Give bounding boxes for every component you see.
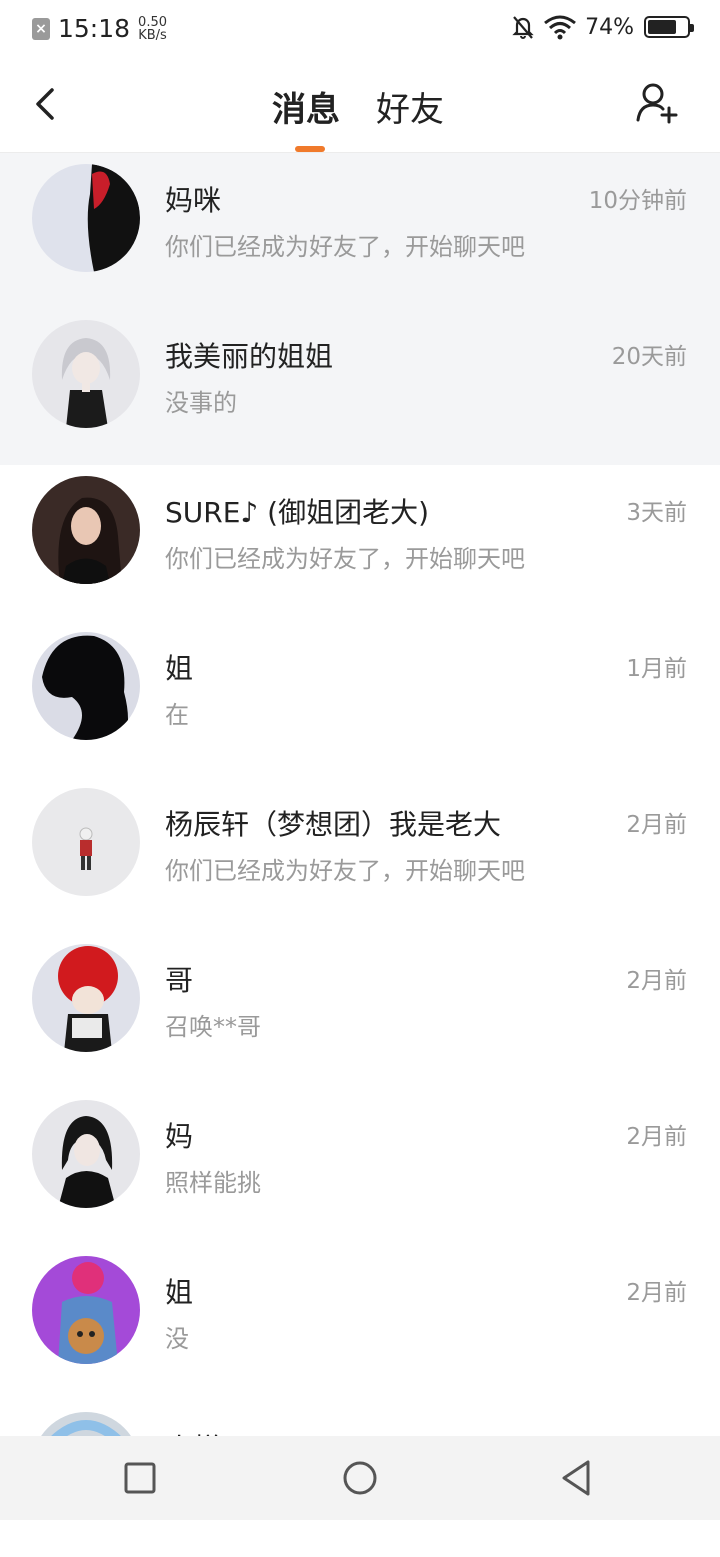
contact-name: 我美丽的姐姐: [165, 340, 334, 373]
avatar[interactable]: [32, 1100, 140, 1208]
message-time: 20天前: [611, 344, 687, 370]
top-bar: 消息 好友: [0, 58, 720, 153]
avatar[interactable]: [32, 320, 140, 428]
status-bar: × 15:18 0.50 KB/s 74%: [0, 0, 720, 58]
home-button[interactable]: [340, 1458, 380, 1498]
conversation-list: 妈咪 你们已经成为好友了，开始聊天吧 10分钟前 我美丽的姐姐 没事的 20天前: [0, 153, 720, 1557]
conversation-row[interactable]: 妈 照样能挑 2月前: [0, 1089, 720, 1245]
mute-bell-icon: [512, 16, 534, 39]
avatar[interactable]: [32, 476, 140, 584]
message-time: 2月前: [626, 968, 687, 994]
message-preview: 照样能挑: [165, 1169, 261, 1197]
battery-icon: [644, 16, 694, 38]
avatar[interactable]: [32, 944, 140, 1052]
tab-friends[interactable]: 好友: [376, 82, 444, 131]
message-preview: 你们已经成为好友了，开始聊天吧: [165, 857, 525, 885]
contact-name: SURE♪ (御姐团老大): [165, 496, 430, 529]
message-time: 2月前: [626, 1124, 687, 1150]
conversation-row[interactable]: 杨辰轩（梦想团）我是老大 你们已经成为好友了，开始聊天吧 2月前: [0, 777, 720, 933]
home-icon: [343, 1461, 377, 1495]
message-preview: 没: [165, 1325, 189, 1353]
add-user-icon: [636, 83, 678, 124]
notification-blocked-icon: ×: [32, 17, 50, 40]
message-time: 10分钟前: [588, 188, 687, 214]
conversation-row[interactable]: 姐 在 1月前: [0, 621, 720, 777]
network-speed: 0.50 KB/s: [138, 14, 167, 43]
message-preview: 你们已经成为好友了，开始聊天吧: [165, 233, 525, 261]
tab-messages[interactable]: 消息: [272, 82, 340, 131]
active-tab-indicator: [295, 146, 325, 152]
avatar[interactable]: [32, 788, 140, 896]
system-nav-bar: [0, 1436, 720, 1520]
conversation-row[interactable]: 我美丽的姐姐 没事的 20天前: [0, 309, 720, 465]
conversation-row[interactable]: SURE♪ (御姐团老大) 你们已经成为好友了，开始聊天吧 3天前: [0, 465, 720, 621]
system-back-button[interactable]: [558, 1458, 598, 1498]
conversation-row[interactable]: 姐 没 2月前: [0, 1245, 720, 1401]
add-friend-button[interactable]: [634, 80, 680, 126]
back-icon: [562, 1460, 590, 1496]
battery-percent: 74%: [585, 14, 634, 40]
contact-name: 哥: [165, 964, 194, 997]
message-preview: 你们已经成为好友了，开始聊天吧: [165, 545, 525, 573]
contact-name: 杨辰轩（梦想团）我是老大: [165, 808, 502, 841]
message-preview: 没事的: [165, 389, 237, 417]
conversation-row[interactable]: 妈咪 你们已经成为好友了，开始聊天吧 10分钟前: [0, 153, 720, 309]
contact-name: 妈: [165, 1120, 194, 1153]
contact-name: 妈咪: [165, 184, 222, 217]
status-time: 15:18: [58, 14, 131, 43]
recent-apps-icon: [124, 1462, 156, 1494]
recent-apps-button[interactable]: [120, 1458, 160, 1498]
wifi-icon: [544, 15, 577, 40]
contact-name: 姐: [165, 652, 194, 685]
avatar[interactable]: [32, 1256, 140, 1364]
message-preview: 召唤**哥: [165, 1013, 261, 1041]
message-time: 2月前: [626, 812, 687, 838]
back-arrow-icon: [36, 88, 54, 120]
message-time: 2月前: [626, 1280, 687, 1306]
message-preview: 在: [165, 701, 189, 729]
avatar[interactable]: [32, 632, 140, 740]
message-time: 3天前: [626, 500, 687, 526]
conversation-row[interactable]: 哥 召唤**哥 2月前: [0, 933, 720, 1089]
contact-name: 姐: [165, 1276, 194, 1309]
message-time: 1月前: [626, 656, 687, 682]
back-button[interactable]: [28, 84, 68, 124]
avatar[interactable]: [32, 164, 140, 272]
